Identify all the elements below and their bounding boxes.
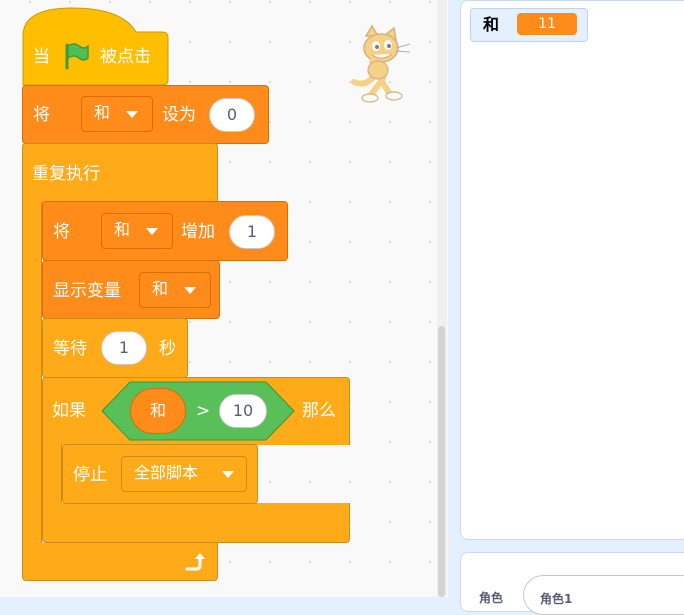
stop-block[interactable]: 停止 全部脚本 (62, 444, 258, 504)
change-value-input[interactable]: 1 (229, 215, 275, 249)
set-label: 将 (33, 105, 50, 125)
show-variable-dropdown[interactable]: 和 (139, 272, 211, 308)
operator-symbol: > (196, 401, 211, 421)
monitor-variable-name: 和 (483, 15, 500, 34)
chevron-down-icon (184, 287, 196, 294)
chevron-down-icon (146, 228, 158, 235)
change-variable-dropdown-label: 和 (114, 220, 131, 239)
chevron-down-icon (126, 111, 138, 118)
change-variable-block[interactable]: 将 和 增加 1 (42, 201, 288, 261)
wait-label: 等待 (53, 339, 87, 359)
stop-option-label: 全部脚本 (134, 463, 199, 482)
sprite-cat-icon (351, 24, 411, 103)
operator-left-variable[interactable]: 和 (130, 388, 186, 434)
variable-dropdown-label: 和 (94, 103, 111, 122)
set-variable-block[interactable]: 将 和 设为 0 (22, 85, 269, 144)
wait-unit-label: 秒 (159, 339, 176, 359)
change-variable-dropdown[interactable]: 和 (101, 213, 173, 249)
stop-option-dropdown[interactable]: 全部脚本 (121, 456, 247, 492)
show-variable-block[interactable]: 显示变量 和 (42, 260, 220, 319)
monitor-variable-value: 11 (517, 13, 577, 35)
operator-right-input[interactable]: 10 (219, 394, 267, 428)
hat-label-clicked: 被点击 (100, 47, 151, 67)
green-flag-icon (65, 43, 89, 70)
change-label: 将 (53, 222, 70, 242)
sprite-name-value: 角色1 (540, 592, 573, 606)
loop-arrow-icon (185, 553, 205, 571)
stage-panel[interactable] (460, 0, 684, 540)
sprite-name-input[interactable]: 角色1 (523, 575, 684, 615)
set-value-input[interactable]: 0 (209, 98, 255, 132)
sprite-info-panel: 角色 角色1 (460, 552, 684, 615)
sprite-label: 角色 (479, 591, 504, 605)
show-variable-label: 显示变量 (53, 281, 121, 301)
change-by-label: 增加 (181, 222, 215, 242)
hat-label-when: 当 (33, 47, 50, 67)
then-label: 那么 (302, 401, 336, 421)
if-label: 如果 (52, 401, 86, 421)
vertical-scrollbar-thumb[interactable] (438, 326, 445, 597)
wait-seconds-input[interactable]: 1 (101, 331, 147, 365)
forever-label: 重复执行 (32, 164, 100, 184)
set-to-label: 设为 (162, 105, 196, 125)
wait-block[interactable]: 等待 1 秒 (42, 318, 188, 378)
show-variable-dropdown-label: 和 (152, 279, 169, 298)
stop-label: 停止 (73, 465, 107, 485)
variable-dropdown[interactable]: 和 (81, 96, 153, 132)
variable-monitor[interactable]: 和 11 (470, 8, 588, 42)
chevron-down-icon (222, 471, 234, 478)
pane-divider (448, 0, 460, 597)
